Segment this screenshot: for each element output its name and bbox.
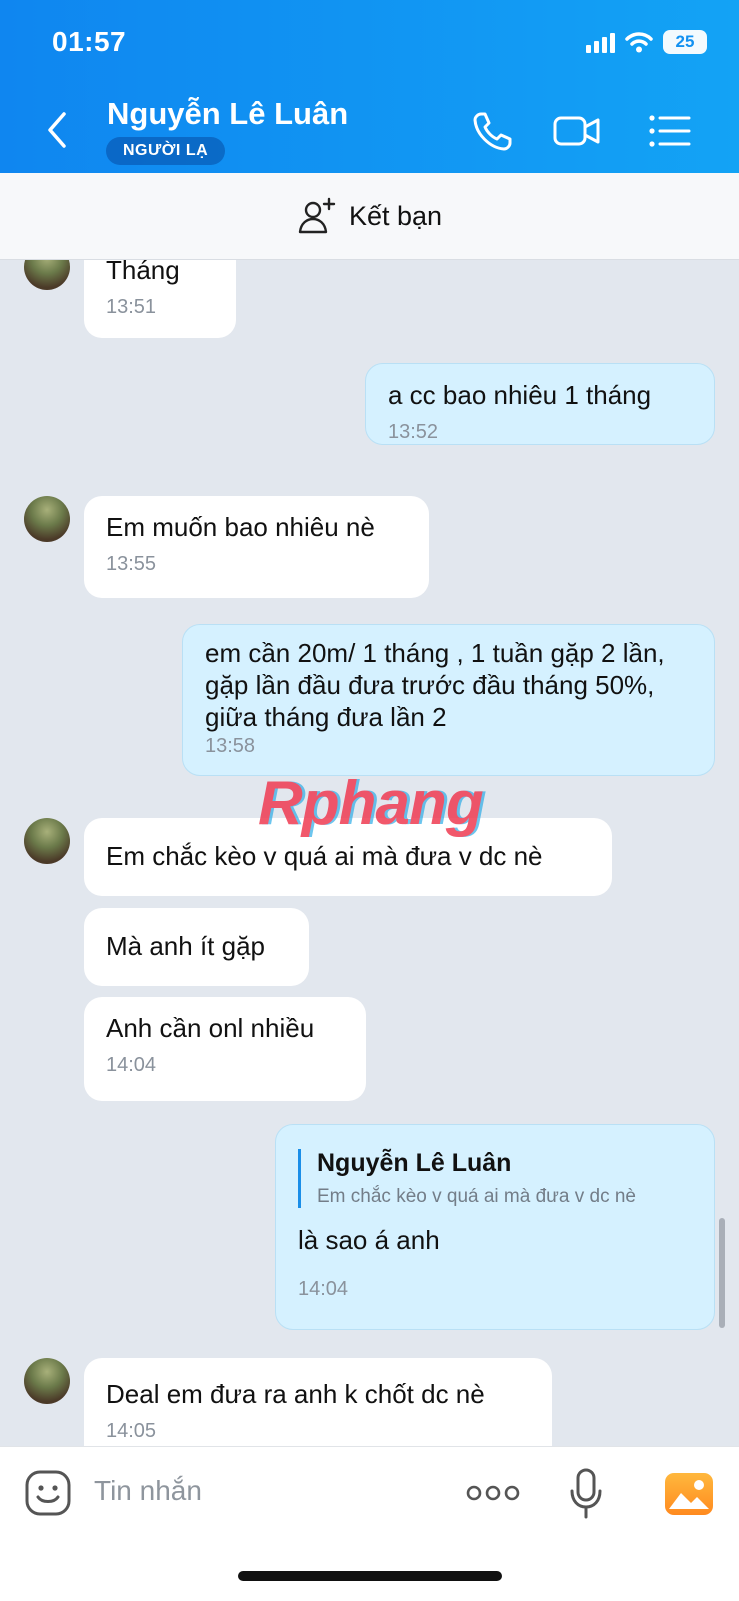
- phone-icon[interactable]: [468, 106, 518, 156]
- add-friend-icon: [298, 197, 336, 234]
- contact-avatar[interactable]: [24, 818, 70, 864]
- composer-bar: Tin nhắn: [0, 1446, 739, 1601]
- sticker-icon[interactable]: [24, 1469, 72, 1517]
- message-time: 13:51: [106, 296, 157, 318]
- contact-avatar[interactable]: [24, 1358, 70, 1404]
- home-indicator[interactable]: [238, 1571, 502, 1581]
- quoted-sender: Nguyễn Lê Luân: [317, 1149, 512, 1177]
- message-bubble-incoming[interactable]: Deal em đưa ra anh k chốt dc nè 14:05: [84, 1358, 552, 1446]
- message-bubble-incoming[interactable]: Em muốn bao nhiêu nè 13:55: [84, 496, 429, 598]
- message-text: Anh cần onl nhiều: [106, 1013, 315, 1043]
- message-text: a cc bao nhiêu 1 tháng: [388, 380, 652, 410]
- contact-avatar[interactable]: [24, 260, 70, 290]
- message-text: là sao á anh: [298, 1225, 440, 1255]
- message-text: Tháng: [106, 260, 180, 285]
- video-call-icon[interactable]: [552, 106, 602, 156]
- message-time: 14:05: [106, 1420, 157, 1442]
- message-time: 13:52: [388, 421, 439, 443]
- add-friend-button[interactable]: Kết bạn: [0, 173, 739, 260]
- message-list[interactable]: Tháng 13:51 a cc bao nhiêu 1 tháng 13:52…: [0, 260, 739, 1446]
- message-time: 14:04: [298, 1278, 349, 1300]
- contact-avatar[interactable]: [24, 496, 70, 542]
- message-bubble-incoming[interactable]: Tháng 13:51: [84, 260, 236, 338]
- stranger-badge: NGƯỜI LẠ: [106, 137, 226, 165]
- add-friend-label: Kết bạn: [348, 200, 443, 231]
- menu-list-icon[interactable]: [645, 106, 695, 156]
- cellular-signal-icon: [586, 31, 615, 53]
- more-icon[interactable]: [465, 1481, 521, 1505]
- microphone-icon[interactable]: [568, 1467, 604, 1521]
- contact-name[interactable]: Nguyễn Lê Luân: [107, 96, 348, 132]
- message-text: Deal em đưa ra anh k chốt dc nè: [106, 1379, 485, 1409]
- quoted-message[interactable]: Nguyễn Lê Luân Em chắc kèo v quá ai mà đ…: [298, 1149, 692, 1208]
- message-bubble-incoming[interactable]: Mà anh ít gặp: [84, 908, 309, 986]
- message-bubble-outgoing[interactable]: a cc bao nhiêu 1 tháng 13:52: [365, 363, 715, 445]
- message-text: Mà anh ít gặp: [106, 931, 265, 961]
- message-time: 13:58: [205, 735, 256, 757]
- message-text: em cần 20m/ 1 tháng , 1 tuần gặp 2 lần, …: [205, 638, 672, 732]
- watermark-logo: Rphang: [258, 769, 484, 838]
- message-text: Em chắc kèo v quá ai mà đưa v dc nè: [106, 841, 543, 871]
- message-time: 14:04: [106, 1054, 157, 1076]
- message-bubble-outgoing[interactable]: em cần 20m/ 1 tháng , 1 tuần gặp 2 lần, …: [182, 624, 715, 776]
- chat-header: 01:57 25 Nguyễn Lê Luân NGƯỜI LẠ: [0, 0, 739, 173]
- battery-icon: 25: [663, 30, 707, 54]
- message-bubble-incoming[interactable]: Anh cần onl nhiều 14:04: [84, 997, 366, 1101]
- image-icon[interactable]: [663, 1471, 715, 1517]
- message-input[interactable]: Tin nhắn: [94, 1475, 202, 1507]
- message-text: Em muốn bao nhiêu nè: [106, 512, 375, 542]
- chat-scrollbar[interactable]: [719, 1218, 725, 1328]
- status-icons: 25: [586, 30, 707, 54]
- status-time: 01:57: [52, 26, 127, 57]
- message-time: 13:55: [106, 553, 157, 575]
- wifi-icon: [625, 32, 653, 53]
- back-icon[interactable]: [40, 108, 74, 152]
- quoted-text: Em chắc kèo v quá ai mà đưa v dc nè: [317, 1186, 636, 1207]
- message-bubble-outgoing-reply[interactable]: Nguyễn Lê Luân Em chắc kèo v quá ai mà đ…: [275, 1124, 715, 1330]
